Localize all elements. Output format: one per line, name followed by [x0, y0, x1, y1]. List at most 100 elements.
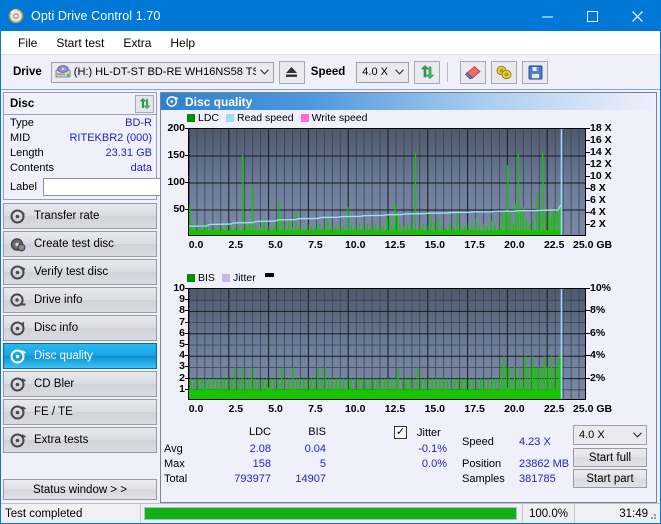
y2-tick-label: 10 X [590, 170, 612, 182]
x-tick-label: 10.0 [344, 239, 366, 251]
sidebar-label: Create test disc [34, 238, 114, 250]
chevron-down-icon[interactable] [256, 63, 273, 82]
disc-quality-icon [166, 95, 179, 108]
section-title: Disc quality [185, 94, 253, 109]
main-content: Disc quality LDC Read speed Write speed … [159, 90, 660, 503]
sidebar-item-verify-test-disc[interactable]: Verify test disc [3, 259, 157, 285]
start-full-button[interactable]: Start full [573, 448, 647, 467]
y-tick-label: 200 [167, 122, 185, 134]
gold-coins-button[interactable] [491, 60, 518, 84]
y2-tick-label: 8 X [590, 182, 606, 194]
title-bar: Opti Drive Control 1.70 [1, 1, 660, 31]
menu-file[interactable]: File [9, 33, 46, 53]
disc-type-value: BD-R [125, 116, 152, 129]
minimize-button[interactable] [525, 1, 570, 31]
sidebar-item-drive-info[interactable]: Drive info [3, 287, 157, 313]
speed-select[interactable]: 4.0 X [356, 61, 410, 83]
menu-help[interactable]: Help [161, 33, 204, 53]
y-tick-label: 4 [179, 349, 185, 362]
x-tick-label: 22.5 [543, 403, 565, 415]
disc-refresh-button[interactable] [135, 94, 154, 113]
sidebar-label: FE / TE [34, 406, 73, 418]
sidebar-item-disc-quality[interactable]: Disc quality [3, 343, 157, 369]
y-tick-label: 3 [179, 360, 185, 373]
legend-item-read-speed: Read speed [226, 112, 294, 124]
x-tick-label: 7.5 [308, 403, 323, 415]
bis-plot-area[interactable] [188, 288, 586, 400]
menu-start-test[interactable]: Start test [47, 33, 113, 53]
y2-tick-label: 4 X [590, 206, 606, 218]
x-tick-label: 20.0 [504, 403, 525, 415]
disc-row-mid: MID RITEKBR2 (000) [4, 130, 156, 145]
disc-contents-value: data [130, 161, 152, 174]
legend-item-write-speed: Write speed [300, 112, 368, 124]
disc-mid-value: RITEKBR2 (000) [69, 131, 152, 144]
x-tick-label: 0.0 [188, 403, 204, 415]
refresh-drive-button[interactable] [414, 60, 441, 84]
jitter-checkbox[interactable]: ✓ [394, 426, 407, 439]
sidebar: Disc Type BD-R MID RITEKBR2 (000) Length… [1, 90, 250, 503]
y2-tick-mark [586, 377, 590, 379]
close-button[interactable] [615, 1, 660, 31]
disc-row-type: Type BD-R [4, 115, 156, 130]
sidebar-item-extra-tests[interactable]: Extra tests [3, 427, 157, 453]
sidebar-item-transfer-rate[interactable]: Transfer rate [3, 203, 157, 229]
application-window: Opti Drive Control 1.70 File Start test … [0, 0, 661, 524]
sidebar-item-cd-bler[interactable]: CD Bler [3, 371, 157, 397]
legend-swatch-ldc [187, 114, 195, 122]
maximize-button[interactable] [570, 1, 615, 31]
x-tick-label: 5.0 [268, 403, 283, 415]
start-part-button[interactable]: Start part [573, 469, 647, 488]
menu-extra[interactable]: Extra [114, 33, 160, 53]
disc-panel-header: Disc [4, 93, 156, 115]
legend-marker-black [264, 273, 274, 277]
y-tick-mark [185, 366, 188, 368]
drive-label: Drive [13, 66, 42, 78]
eject-button[interactable] [278, 60, 305, 84]
legend-item-bis: BIS [187, 272, 215, 284]
ldc-plot-area[interactable] [188, 128, 586, 236]
y2-tick-mark [586, 288, 590, 289]
chevron-down-icon[interactable] [629, 426, 646, 445]
y2-tick-mark [586, 355, 590, 357]
samples-stat-label: Samples [462, 473, 505, 485]
legend-swatch-bis [187, 274, 195, 282]
y-tick-mark [185, 310, 188, 312]
progress-percent-label: 100.0% [522, 504, 574, 523]
erase-disc-button[interactable] [460, 60, 487, 84]
bis-chart-legend: BIS Jitter [187, 272, 277, 284]
drive-info-icon [10, 292, 27, 309]
optical-drive-icon [55, 65, 71, 79]
disc-mid-label: MID [10, 131, 31, 144]
x-tick-label: 12.5 [384, 403, 406, 415]
y2-tick-label: 10% [590, 282, 612, 294]
chevron-down-icon[interactable] [391, 63, 408, 82]
sidebar-item-fe-te[interactable]: FE / TE [3, 399, 157, 425]
resize-grip[interactable] [647, 510, 657, 520]
disc-row-contents: Contents data [4, 160, 156, 175]
app-disc-icon [8, 8, 24, 24]
drive-select[interactable]: (H:) HL-DT-ST BD-RE WH16NS58 TST4 [50, 61, 274, 83]
menu-bar: File Start test Extra Help [1, 31, 660, 55]
y-tick-mark [185, 288, 188, 289]
disc-verify-icon [10, 264, 27, 281]
disc-extra-icon [10, 432, 27, 449]
y2-tick-mark [586, 310, 590, 312]
y-tick-label: 8 [179, 304, 185, 317]
test-speed-select[interactable]: 4.0 X [573, 425, 647, 445]
save-button[interactable] [522, 60, 549, 84]
x-tick-label: 15.0 [424, 239, 446, 251]
y-tick-mark [185, 355, 188, 357]
y-tick-label: 1 [179, 382, 185, 395]
sidebar-item-create-test-disc[interactable]: Create test disc [3, 231, 157, 257]
x-tick-label: 5.0 [268, 239, 283, 251]
status-window-button[interactable]: Status window > > [3, 479, 157, 500]
disc-label-row: Label [4, 175, 250, 199]
disc-contents-label: Contents [10, 161, 55, 174]
progress-bar-fill [145, 508, 516, 519]
stats-ldc-total: 793977 [234, 473, 271, 485]
sidebar-item-disc-info[interactable]: Disc info [3, 315, 157, 341]
status-bar: Test completed 100.0% 31:49 [1, 503, 660, 523]
y-tick-mark [185, 128, 188, 129]
x-tick-label: 17.5 [464, 239, 485, 251]
